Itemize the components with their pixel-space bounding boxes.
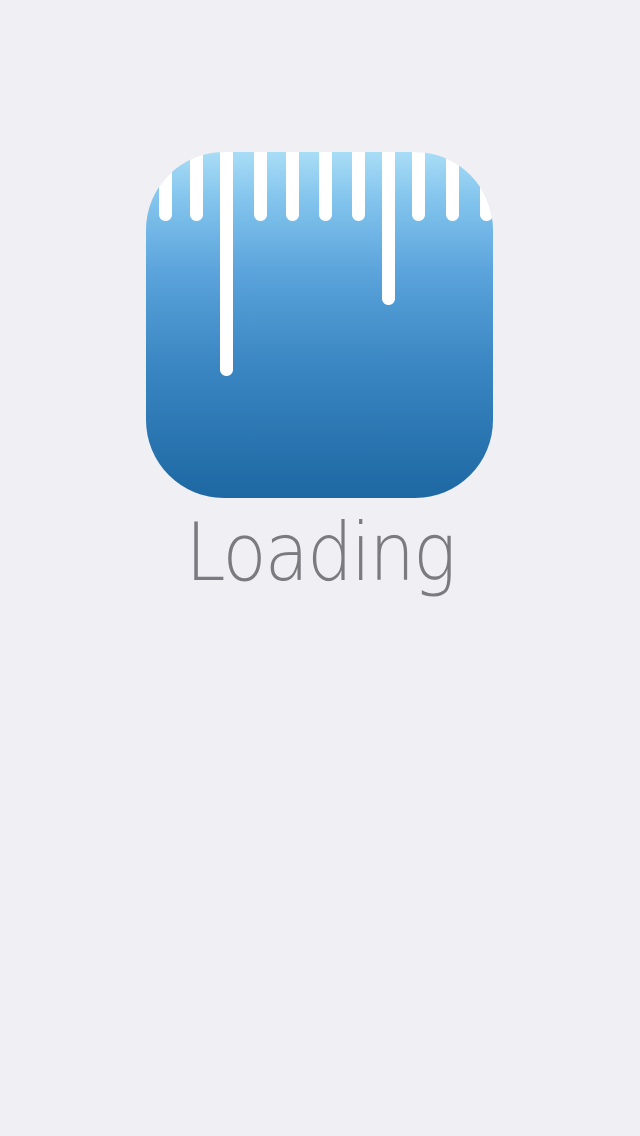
ruler-tick xyxy=(412,152,425,221)
loading-label: Loading xyxy=(185,506,457,599)
ruler-tick xyxy=(352,152,365,221)
ruler-tick xyxy=(480,152,493,221)
ruler-tick-medium xyxy=(382,152,395,305)
ruler-tick xyxy=(286,152,299,221)
ruler-tick xyxy=(190,152,203,221)
ruler-tick xyxy=(254,152,267,221)
ruler-tick xyxy=(446,152,459,221)
ruler-icon xyxy=(146,152,493,498)
ruler-tick xyxy=(159,152,172,221)
ruler-tick xyxy=(319,152,332,221)
ruler-tick-long xyxy=(220,152,233,376)
splash-screen: Loading xyxy=(0,0,640,1136)
